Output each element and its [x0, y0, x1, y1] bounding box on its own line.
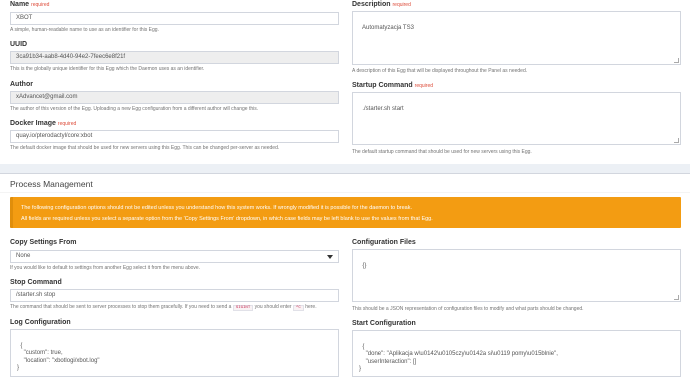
signal-code: SIGINT	[232, 305, 254, 311]
stop-command-label: Stop Command	[10, 279, 62, 286]
description-textarea[interactable]: Automatyzacja TS3	[352, 11, 681, 65]
copy-settings-select[interactable]: None	[10, 250, 339, 263]
copy-settings-value: None	[16, 253, 31, 259]
ctrl-c-code: ^C	[292, 305, 304, 311]
resize-handle-icon[interactable]	[674, 58, 679, 63]
configuration-files-help: This should be a JSON representation of …	[352, 306, 584, 312]
configuration-files-textarea[interactable]: {}	[352, 249, 681, 302]
author-input: xAdvancet@gmail.com	[10, 91, 339, 104]
uuid-input: 3ca91b34-aab8-4d40-94e2-7feec6e8f21f	[10, 51, 339, 64]
author-help: The author of this version of the Egg. U…	[10, 106, 259, 112]
log-configuration-label: Log Configuration	[10, 319, 71, 326]
copy-settings-help: If you would like to default to settings…	[10, 265, 201, 271]
stop-command-help: The command that should be sent to serve…	[10, 304, 317, 311]
description-label: Description required	[352, 1, 411, 8]
chevron-down-icon	[327, 255, 333, 259]
process-management-title: Process Management	[10, 179, 93, 189]
uuid-label: UUID	[10, 41, 28, 48]
warning-text-1: The following configuration options shou…	[21, 205, 413, 211]
name-input[interactable]: XBOT	[10, 12, 339, 25]
name-help: A simple, human-readable name to use as …	[10, 27, 159, 33]
name-label: Name required	[10, 1, 50, 8]
box-header-divider	[0, 192, 690, 193]
copy-settings-label: Copy Settings From	[10, 239, 77, 246]
log-configuration-textarea[interactable]: { "custom": true, "location": "xbotlogi/…	[10, 329, 339, 377]
warning-callout: The following configuration options shou…	[10, 197, 681, 228]
resize-handle-icon[interactable]	[674, 138, 679, 143]
startup-command-label: Startup Command required	[352, 82, 434, 89]
start-configuration-label: Start Configuration	[352, 320, 416, 327]
docker-image-input[interactable]: quay.io/pterodactyl/core:xbot	[10, 130, 339, 143]
required-marker: required	[392, 2, 411, 8]
author-label: Author	[10, 81, 33, 88]
uuid-help: This is the globally unique identifier f…	[10, 66, 205, 72]
docker-image-help: The default docker image that should be …	[10, 145, 280, 151]
resize-handle-icon[interactable]	[674, 295, 679, 300]
warning-text-2: All fields are required unless you selec…	[21, 216, 433, 222]
required-marker: required	[57, 121, 77, 127]
stop-command-input[interactable]: /starter.sh stop	[10, 289, 339, 302]
required-marker: required	[31, 2, 50, 8]
configuration-files-label: Configuration Files	[352, 239, 416, 246]
description-help: A description of this Egg that will be d…	[352, 68, 528, 74]
startup-command-textarea[interactable]: ./starter.sh start	[352, 92, 681, 145]
start-configuration-textarea[interactable]: { "done": "Aplikacja w\u0142\u0105czy\u0…	[352, 330, 681, 377]
startup-command-help: The default startup command that should …	[352, 149, 532, 155]
required-marker: required	[414, 83, 434, 89]
docker-image-label: Docker Image required	[10, 120, 77, 127]
